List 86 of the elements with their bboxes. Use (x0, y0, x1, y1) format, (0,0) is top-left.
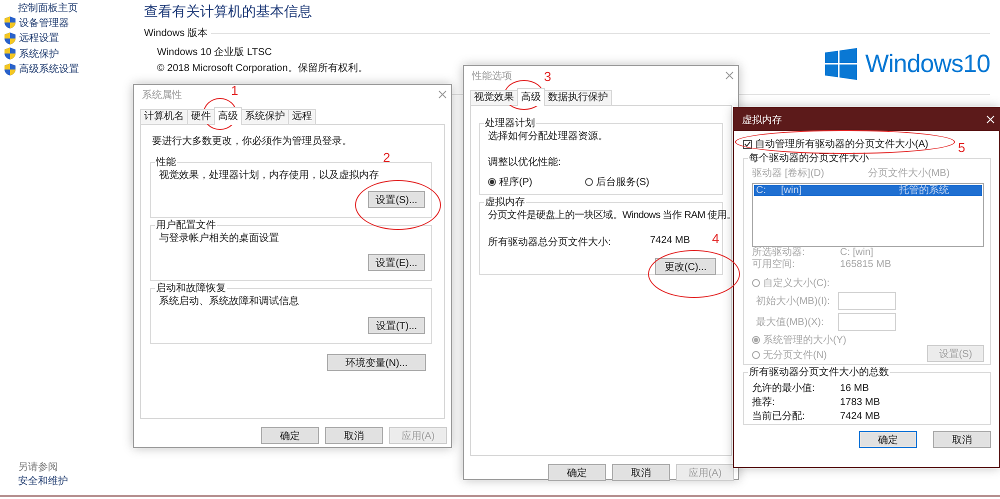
tab[interactable]: 视觉效果 (470, 90, 518, 105)
radio-label[interactable]: 后台服务(S) (596, 175, 650, 189)
field-label: 所有驱动器总分页文件大小: (488, 236, 612, 249)
button[interactable]: 取消 (933, 431, 991, 448)
page-title: 查看有关计算机的基本信息 (144, 2, 313, 20)
tab[interactable]: 高级 (214, 107, 242, 125)
description-text: 与登录帐户相关的桌面设置 (159, 232, 280, 245)
field-value: 7424 MB (650, 235, 690, 248)
shield-icon (4, 16, 16, 30)
radio-button[interactable] (585, 178, 593, 186)
shield-icon (4, 47, 16, 60)
sidebar-link[interactable]: 远程设置 (19, 31, 59, 46)
group-title: 性能 (155, 156, 177, 169)
field-label: 最大值(MB)(X): (756, 316, 825, 328)
window-title: 系统属性 (142, 88, 182, 102)
size-value: 托管的系统 (899, 185, 949, 196)
button[interactable]: 取消 (325, 427, 383, 444)
sidebar-link[interactable]: 设备管理器 (19, 16, 69, 30)
windows-logo-icon (825, 48, 858, 80)
button[interactable]: 更改(C)... (655, 258, 716, 275)
annotation-number: 1 (231, 84, 238, 98)
group-title: 用户配置文件 (155, 218, 217, 232)
button[interactable]: 设置(E)... (368, 254, 425, 271)
sidebar-link[interactable]: 高级系统设置 (19, 62, 79, 76)
drive-letter: C: (755, 185, 767, 196)
section-label: 另请参阅 (18, 460, 59, 475)
windows-logo-text: Windows10 (865, 50, 990, 78)
description-text: 系统启动、系统故障和调试信息 (159, 295, 300, 308)
annotation-number: 2 (383, 151, 390, 165)
button[interactable]: 设置(T)... (368, 317, 425, 334)
annotation-circle (504, 80, 544, 110)
field-label: 初始大小(MB)(I): (756, 294, 831, 308)
button[interactable]: 确定 (548, 464, 606, 481)
shield-icon (4, 62, 16, 76)
field-value: C: [win] (840, 247, 874, 259)
button[interactable]: 确定 (261, 427, 319, 444)
field-label: 当前已分配: (752, 410, 806, 424)
sidebar-link[interactable]: 安全和维护 (18, 475, 140, 489)
shield-icon (4, 32, 16, 45)
group-title: 启动和故障恢复 (155, 282, 227, 295)
window-title: 虚拟内存 (742, 114, 782, 126)
button[interactable]: 取消 (612, 464, 670, 481)
tab[interactable]: 高级 (517, 88, 545, 106)
group-title: 所有驱动器分页文件大小的总数 (748, 366, 890, 379)
radio-button[interactable] (488, 178, 496, 186)
field-value: 7424 MB (840, 410, 880, 424)
section-label: Windows 版本 (144, 26, 208, 40)
group-title: 虚拟内存 (484, 196, 526, 209)
group-title: 每个驱动器的分页文件大小 (748, 152, 870, 165)
sidebar-link[interactable]: 控制面板主页 (18, 2, 140, 15)
description-text: 选择如何分配处理器资源。 (488, 130, 609, 143)
column-header: 分页文件大小(MB) (868, 166, 951, 180)
check-icon (744, 140, 751, 148)
field-label: 所选驱动器: (752, 247, 806, 258)
copyright-text: © 2018 Microsoft Corporation。保留所有权利。 (157, 62, 368, 76)
button[interactable]: 环境变量(N)... (327, 354, 426, 371)
tab[interactable]: 远程 (288, 109, 316, 124)
window-title: 性能选项 (472, 70, 512, 82)
field-value: 1783 MB (840, 396, 880, 410)
description-text: 分页文件是硬盘上的一块区域。Windows 当作 RAM 使用。 (488, 209, 736, 222)
radio-label[interactable]: 程序(P) (499, 175, 532, 189)
prompt-text: 调整以优化性能: (488, 156, 562, 169)
tab[interactable]: 系统保护 (241, 109, 289, 124)
checkbox[interactable] (743, 140, 752, 148)
notice-text: 要进行大多数更改，你必须作为管理员登录。 (152, 135, 353, 149)
annotation-number: 4 (712, 232, 720, 246)
tab[interactable]: 计算机名 (140, 109, 188, 124)
annotation-circle (203, 98, 237, 130)
button[interactable]: 设置(S)... (368, 191, 425, 208)
checkbox-label[interactable]: 自动管理所有驱动器的分页文件大小(A) (755, 137, 928, 151)
sidebar-link[interactable]: 系统保护 (19, 46, 59, 61)
button[interactable]: 确定 (859, 431, 917, 448)
field-label: 允许的最小值: (752, 382, 816, 396)
edition-text: Windows 10 企业版 LTSC (157, 46, 272, 60)
volume-label: [win] (781, 185, 803, 196)
field-value: 16 MB (840, 382, 869, 396)
field-label: 可用空间: (752, 259, 796, 271)
tab[interactable]: 数据执行保护 (544, 90, 612, 105)
annotation-number: 5 (958, 141, 966, 155)
description-text: 视觉效果，处理器计划，内存使用，以及虚拟内存 (159, 169, 380, 182)
column-header: 驱动器 [卷标](D) (752, 166, 826, 180)
field-label: 推荐: (752, 396, 776, 410)
annotation-number: 3 (544, 70, 552, 84)
field-value: 165815 MB (840, 259, 892, 271)
tab[interactable]: 硬件 (187, 109, 215, 124)
group-title: 处理器计划 (484, 116, 536, 130)
